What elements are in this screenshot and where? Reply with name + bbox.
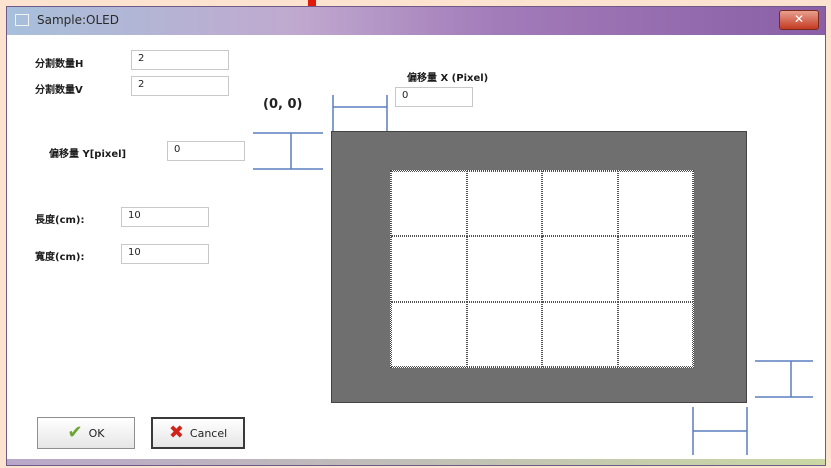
dialog-window: Sample:OLED ✕ 分割数量H 2 分割数量V 2 偏移量 X (Pix… bbox=[6, 6, 826, 466]
dialog-body: 分割数量H 2 分割数量V 2 偏移量 X (Pixel) 0 (0, 0) 偏… bbox=[7, 35, 825, 459]
close-button[interactable]: ✕ bbox=[779, 10, 819, 30]
length-label: 長度(cm): bbox=[35, 215, 85, 226]
preview-canvas bbox=[331, 131, 747, 403]
grid-cell bbox=[391, 236, 467, 302]
grid-cell bbox=[391, 301, 467, 367]
ok-label: OK bbox=[88, 426, 105, 440]
grid-cell bbox=[391, 171, 467, 237]
app-icon bbox=[15, 14, 29, 26]
width-label: 寬度(cm): bbox=[35, 252, 85, 263]
grid-cell bbox=[617, 301, 693, 367]
offset-y-label: 偏移量 Y[pixel] bbox=[49, 149, 127, 160]
cancel-label: Cancel bbox=[189, 426, 228, 440]
width-input[interactable]: 10 bbox=[121, 244, 209, 264]
divide-v-input[interactable]: 2 bbox=[131, 76, 229, 96]
grid-cell bbox=[542, 236, 618, 302]
height-marker-icon bbox=[755, 360, 813, 398]
split-grid bbox=[390, 170, 694, 368]
grid-cell bbox=[466, 236, 542, 302]
grid-cell bbox=[617, 171, 693, 237]
checkmark-icon: ✔ bbox=[67, 422, 83, 443]
divide-h-input[interactable]: 2 bbox=[131, 50, 229, 70]
grid-cell bbox=[466, 171, 542, 237]
grid-cell bbox=[542, 171, 618, 237]
title-bar[interactable]: Sample:OLED ✕ bbox=[7, 7, 825, 35]
origin-label: (0, 0) bbox=[263, 97, 303, 112]
offset-x-marker-icon bbox=[332, 95, 388, 133]
ok-button[interactable]: ✔ OK bbox=[37, 417, 135, 449]
window-bottom-edge bbox=[7, 459, 825, 465]
divide-v-label: 分割数量V bbox=[35, 85, 83, 96]
offset-x-label: 偏移量 X (Pixel) bbox=[407, 73, 489, 84]
grid-cell bbox=[466, 301, 542, 367]
cross-icon: ✖ bbox=[168, 422, 184, 443]
window-title: Sample:OLED bbox=[37, 13, 119, 27]
grid-cell bbox=[617, 236, 693, 302]
width-marker-icon bbox=[692, 407, 748, 455]
offset-x-input[interactable]: 0 bbox=[395, 87, 473, 107]
grid-cell bbox=[542, 301, 618, 367]
length-input[interactable]: 10 bbox=[121, 207, 209, 227]
divide-h-label: 分割数量H bbox=[35, 59, 84, 70]
offset-y-input[interactable]: 0 bbox=[167, 141, 245, 161]
cancel-button[interactable]: ✖ Cancel bbox=[151, 417, 245, 449]
offset-y-marker-icon bbox=[253, 132, 323, 170]
